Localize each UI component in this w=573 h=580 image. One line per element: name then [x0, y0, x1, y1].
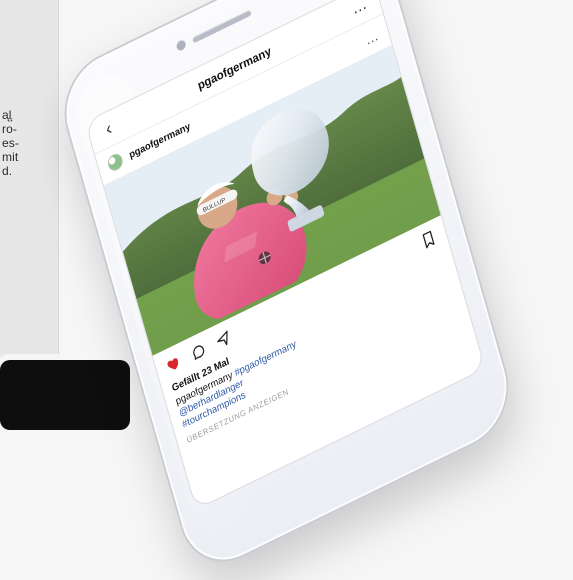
- speaker-grill: [191, 9, 252, 44]
- avatar[interactable]: [106, 151, 125, 174]
- article-snippet-text: al ro- es- mit d.: [2, 108, 19, 178]
- phone-screen: ‹ pgaofgermany … pgaofgermany … BULLUP G…: [84, 0, 486, 511]
- more-dots-icon[interactable]: …: [347, 0, 372, 22]
- bookmark-svg: [422, 230, 435, 249]
- share-icon[interactable]: [213, 327, 234, 352]
- article-left-panel: “ al ro- es- mit d.: [0, 0, 59, 415]
- front-camera-icon: [175, 38, 187, 53]
- back-chevron-icon[interactable]: ‹: [96, 114, 121, 144]
- black-rounded-block: [0, 360, 130, 430]
- comment-icon[interactable]: [188, 339, 209, 364]
- share-svg: [217, 330, 228, 346]
- post-more-dots-icon[interactable]: …: [363, 26, 381, 48]
- phone-device: ‹ pgaofgermany … pgaofgermany … BULLUP G…: [52, 0, 521, 580]
- heart-svg: [167, 358, 179, 370]
- bookmark-icon[interactable]: [418, 227, 439, 252]
- phone-scene: ‹ pgaofgermany … pgaofgermany … BULLUP G…: [0, 0, 573, 580]
- comment-svg: [193, 345, 205, 361]
- heart-icon[interactable]: [164, 351, 185, 376]
